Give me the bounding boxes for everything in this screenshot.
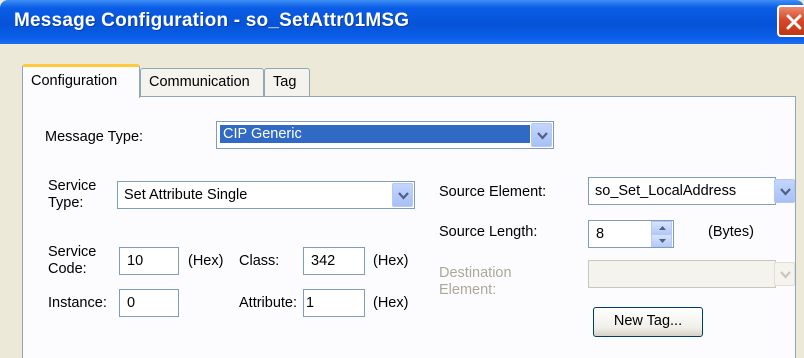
destination-label-line1: Destination xyxy=(439,265,512,281)
title-bar[interactable]: Message Configuration - so_SetAttr01MSG xyxy=(0,0,804,44)
bytes-label: (Bytes) xyxy=(708,224,754,240)
service-code-label-line1: Service xyxy=(48,244,97,260)
chevron-down-icon xyxy=(780,271,791,279)
class-input[interactable]: 342 xyxy=(303,247,365,275)
chevron-down-icon xyxy=(780,188,791,196)
source-element-select[interactable]: so_Set_LocalAddress xyxy=(588,177,795,205)
message-type-label: Message Type: xyxy=(45,129,144,145)
service-type-select[interactable]: Set Attribute Single xyxy=(117,181,415,209)
configuration-panel: Message Type: CIP Generic Service Type: … xyxy=(22,96,796,358)
tab-label: Configuration xyxy=(31,73,118,89)
spin-up-icon xyxy=(659,226,666,230)
instance-label: Instance: xyxy=(48,295,107,311)
destination-element-select[interactable] xyxy=(588,260,795,288)
service-type-label-line1: Service xyxy=(48,178,97,194)
source-length-spinner[interactable] xyxy=(651,221,672,247)
tab-communication[interactable]: Communication xyxy=(140,68,264,97)
close-button[interactable] xyxy=(777,5,804,37)
source-length-label: Source Length: xyxy=(439,224,538,240)
new-tag-button[interactable]: New Tag... xyxy=(593,307,703,337)
destination-label-line2: Element: xyxy=(439,282,497,298)
window-title: Message Configuration - so_SetAttr01MSG xyxy=(14,10,410,31)
service-code-hex-label: (Hex) xyxy=(188,253,224,269)
source-element-value: so_Set_LocalAddress xyxy=(595,183,737,199)
chevron-down-icon xyxy=(398,192,409,200)
dropdown-button xyxy=(774,262,795,286)
class-label: Class: xyxy=(239,253,280,269)
service-code-label-line2: Code: xyxy=(48,261,87,277)
dropdown-button[interactable] xyxy=(392,183,413,207)
chevron-down-icon xyxy=(537,132,548,140)
dialog-window: Message Configuration - so_SetAttr01MSG … xyxy=(0,0,804,358)
spin-down-icon xyxy=(659,239,666,243)
message-type-select[interactable]: CIP Generic xyxy=(216,121,554,149)
message-type-value: CIP Generic xyxy=(220,125,530,143)
source-length-value: 8 xyxy=(596,226,605,242)
tab-configuration[interactable]: Configuration xyxy=(22,64,140,98)
attribute-label: Attribute: xyxy=(239,295,298,311)
source-length-input[interactable]: 8 xyxy=(588,220,674,248)
spin-up-button[interactable] xyxy=(651,221,672,234)
service-code-input[interactable]: 10 xyxy=(119,247,179,275)
service-type-label-line2: Type: xyxy=(48,195,84,211)
source-element-label: Source Element: xyxy=(439,184,547,200)
tab-tag[interactable]: Tag xyxy=(264,68,310,97)
tab-label: Tag xyxy=(273,74,297,90)
dropdown-button[interactable] xyxy=(774,179,795,203)
spin-down-button[interactable] xyxy=(651,234,672,247)
instance-input[interactable]: 0 xyxy=(119,289,179,317)
attribute-hex-label: (Hex) xyxy=(373,295,409,311)
close-icon xyxy=(786,14,802,30)
class-hex-label: (Hex) xyxy=(373,253,409,269)
service-type-value: Set Attribute Single xyxy=(124,187,248,203)
dropdown-button[interactable] xyxy=(531,123,552,147)
attribute-input[interactable]: 1 xyxy=(303,289,365,317)
tab-label: Communication xyxy=(149,74,250,90)
